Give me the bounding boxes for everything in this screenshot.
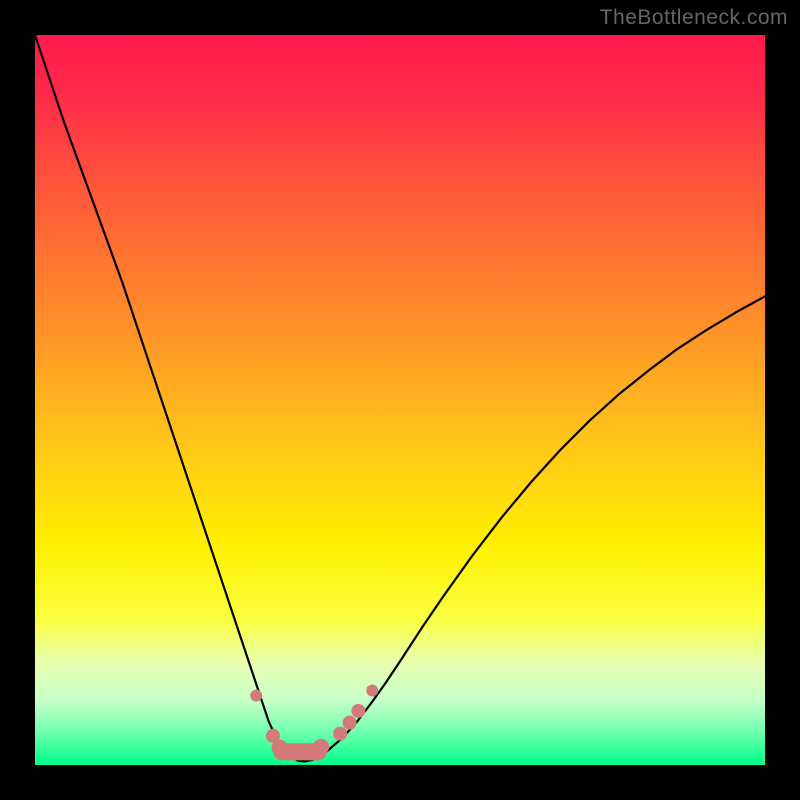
gradient-background [35,35,765,765]
watermark-text: TheBottleneck.com [600,6,788,30]
data-marker [250,690,262,702]
chart-stage: TheBottleneck.com [0,0,800,800]
data-marker [313,739,329,755]
data-marker [343,716,357,730]
data-marker [333,727,347,741]
data-marker [272,739,288,755]
data-marker [366,685,378,697]
bottleneck-chart [0,0,800,800]
data-marker [351,704,365,718]
